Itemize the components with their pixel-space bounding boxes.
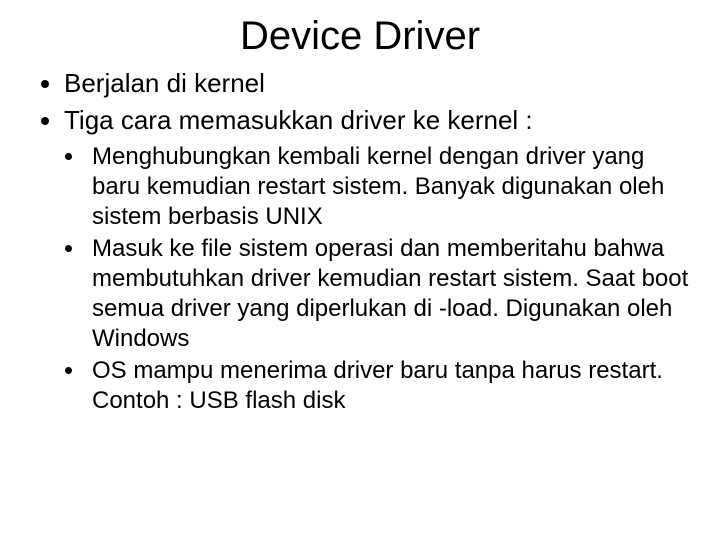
bullet-list-level2: Menghubungkan kembali kernel dengan driv… (30, 142, 690, 416)
slide: Device Driver Berjalan di kernel Tiga ca… (0, 0, 720, 540)
bullet-list-level1: Berjalan di kernel Tiga cara memasukkan … (30, 67, 690, 136)
list-item: Menghubungkan kembali kernel dengan driv… (86, 142, 690, 232)
list-item: OS mampu menerima driver baru tanpa haru… (86, 356, 690, 416)
list-item: Tiga cara memasukkan driver ke kernel : (64, 104, 690, 137)
list-item: Berjalan di kernel (64, 67, 690, 100)
list-item: Masuk ke file sistem operasi dan memberi… (86, 234, 690, 354)
slide-title: Device Driver (30, 14, 690, 59)
